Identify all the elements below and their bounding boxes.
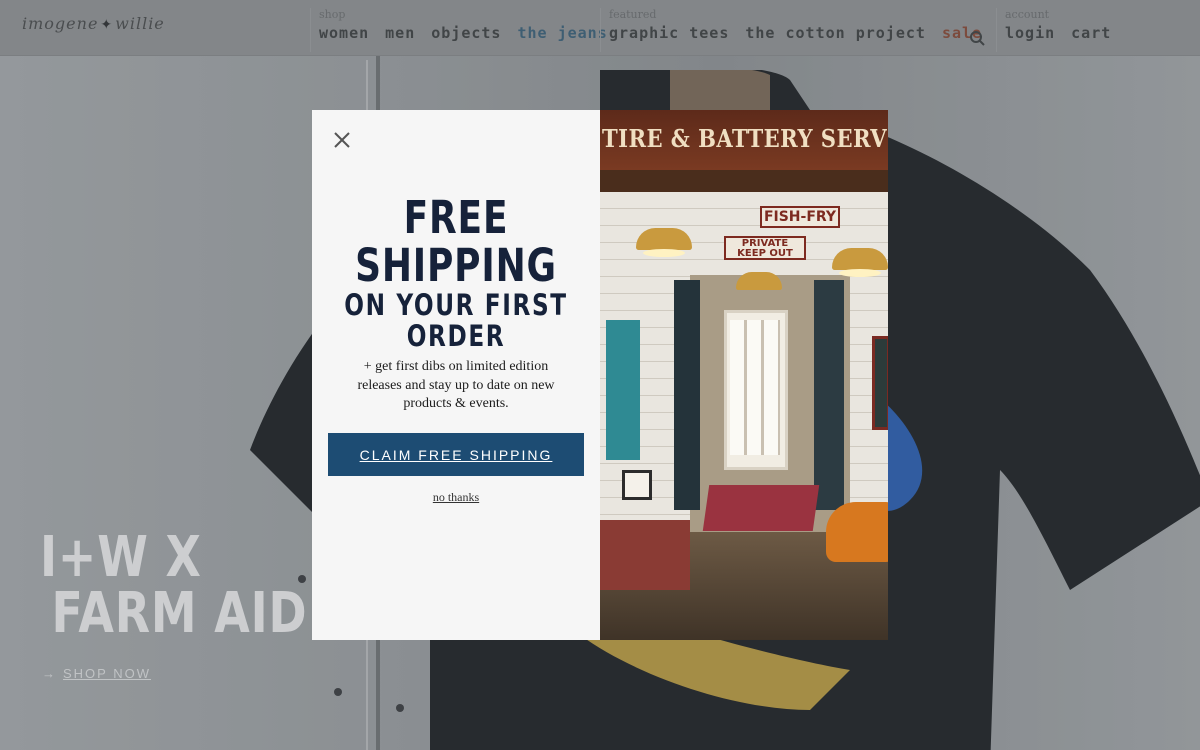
photo-painting — [606, 320, 640, 460]
headline-line-free: FREE — [403, 191, 509, 244]
photo-sign-private: PRIVATE KEEP OUT — [724, 236, 806, 260]
headline-line-first: ON YOUR FIRST — [344, 288, 568, 322]
photo-frame-right — [872, 336, 888, 430]
photo-sign-text: TIRE & BATTERY SERVICE — [602, 124, 888, 153]
headline-line-order: ORDER — [406, 319, 506, 353]
photo-sign-fish: FISH-FRY — [760, 206, 840, 228]
photo-rug — [702, 485, 820, 531]
photo-sign-bar: TIRE & BATTERY SERVICE — [600, 110, 888, 170]
photo-lamp — [832, 248, 888, 270]
photo-beam — [600, 170, 888, 192]
photo-curtain-right — [814, 280, 844, 510]
modal-content-panel: FREE SHIPPING ON YOUR FIRST ORDER + get … — [312, 110, 600, 640]
photo-door-window — [730, 320, 780, 455]
photo-rug-left — [600, 520, 690, 590]
photo-small-frame — [622, 470, 652, 500]
photo-lamp — [736, 272, 782, 290]
headline-line-shipping: SHIPPING — [355, 239, 557, 292]
photo-lamp-glow — [643, 249, 685, 257]
photo-lamp-glow — [839, 269, 881, 277]
photo-lamp — [636, 228, 692, 250]
photo-orange-chair — [826, 502, 888, 562]
modal-store-photo: TIRE & BATTERY SERVICE FISH-FRY PRIVATE … — [600, 110, 888, 640]
claim-free-shipping-button[interactable]: CLAIM FREE SHIPPING — [328, 433, 584, 476]
modal-subtext: + get first dibs on limited edition rele… — [357, 359, 555, 411]
modal-headline: FREE SHIPPING ON YOUR FIRST ORDER — [312, 194, 600, 352]
close-icon[interactable] — [332, 130, 352, 150]
free-shipping-modal: FREE SHIPPING ON YOUR FIRST ORDER + get … — [312, 110, 888, 640]
no-thanks-link[interactable]: no thanks — [312, 490, 600, 505]
photo-sign-private-line2: KEEP OUT — [737, 248, 793, 259]
photo-curtain-left — [674, 280, 700, 510]
